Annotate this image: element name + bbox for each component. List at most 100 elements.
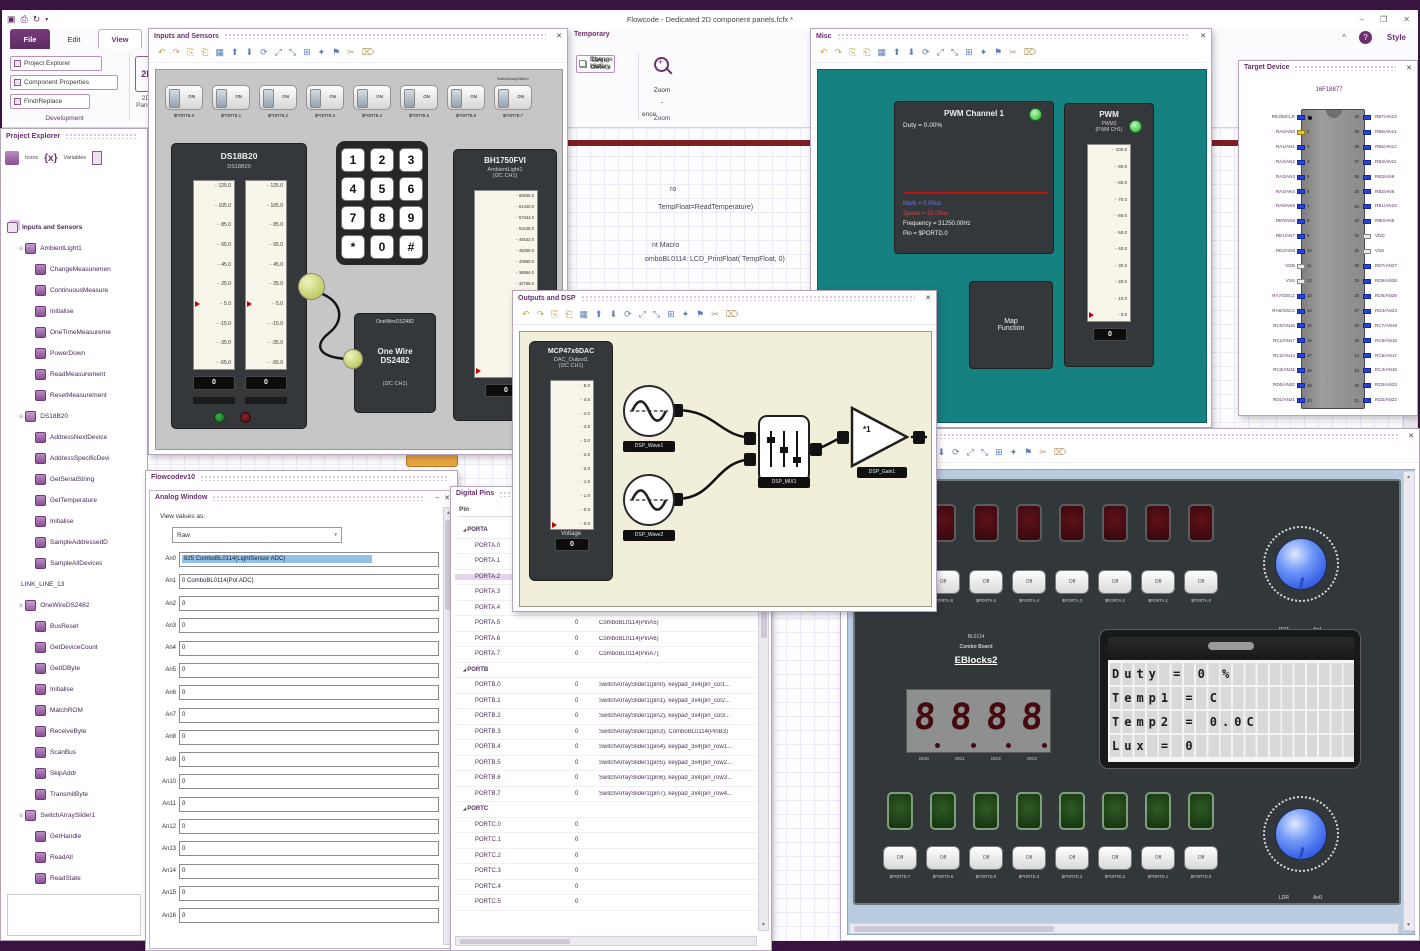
keypad-key[interactable]: 3 (399, 148, 423, 172)
pin-square[interactable] (1363, 129, 1371, 135)
pin-label[interactable]: RC0/AN16 (1241, 323, 1295, 329)
tree-item[interactable]: ReadState (3, 868, 147, 889)
toolbar-icon[interactable]: ⎘ (849, 48, 856, 57)
push-button[interactable]: Off (1012, 570, 1046, 594)
toolbar-icon[interactable]: ⟳ (952, 448, 960, 457)
digital-horizontal-scrollbar[interactable] (455, 936, 757, 946)
style-menu[interactable]: Style (1387, 33, 1406, 42)
toolbar-icon[interactable]: ⚑ (1024, 448, 1032, 457)
pin-square[interactable] (1297, 278, 1305, 284)
pin-label[interactable]: VDD (1375, 234, 1419, 239)
pin-square[interactable] (1297, 219, 1305, 225)
connection-node[interactable] (298, 273, 325, 300)
pin-square[interactable] (1297, 383, 1305, 389)
push-button[interactable]: Off (969, 846, 1003, 870)
analog-value-field[interactable]: 0 (179, 752, 439, 768)
pin-row[interactable]: PORTC.5 0 (455, 895, 757, 911)
push-button[interactable]: Off (1184, 570, 1218, 594)
analog-value-field[interactable]: 0 (179, 863, 439, 879)
toolbar-icon[interactable]: ⎘ (551, 310, 558, 319)
analog-value-field[interactable]: 0 (179, 662, 439, 678)
find-replace-button[interactable]: Find/Replace (10, 94, 90, 109)
toggle-switch[interactable]: ON (494, 85, 532, 110)
analog-value-field[interactable]: 0 (179, 908, 439, 924)
pin-row[interactable]: PORTA.5 0 ComboBL0114(PinA5) (455, 616, 757, 632)
pin-square[interactable] (1363, 204, 1371, 210)
slider-marker[interactable] (476, 367, 481, 374)
push-button[interactable]: Off (1012, 846, 1046, 870)
keypad-key[interactable]: 9 (399, 206, 423, 230)
analog-value-field[interactable]: 0 (179, 729, 439, 745)
analog-value-field[interactable]: 0 (179, 707, 439, 723)
tree-item[interactable]: Inputs and Sensors (3, 217, 147, 238)
pin-square[interactable] (1363, 144, 1371, 150)
tree-item[interactable]: Initialise (3, 301, 147, 322)
pin-square[interactable] (1363, 263, 1371, 269)
keypad-key[interactable]: * (341, 235, 365, 259)
help-icon[interactable]: ? (1359, 31, 1372, 44)
pin-square[interactable] (1297, 338, 1305, 344)
toolbar-icon[interactable]: ⬇ (610, 310, 618, 319)
ribbon-tab[interactable]: View (98, 29, 142, 49)
push-button[interactable]: Off (1141, 570, 1175, 594)
toolbar-icon[interactable]: ✂ (1009, 48, 1017, 57)
pin-label[interactable]: RA5/AN5 (1241, 204, 1295, 209)
tree-item[interactable]: SkipAddr (3, 763, 147, 784)
collapse-ribbon-icon[interactable]: ^ (1342, 33, 1346, 42)
pin-label[interactable]: RE3/MCLR (1241, 114, 1295, 120)
pin-square[interactable] (1363, 308, 1371, 314)
tree-item[interactable]: ReadMeasurement (3, 364, 147, 385)
dsp-gain-block[interactable] (849, 404, 913, 470)
outputs-panel-title-bar[interactable]: Outputs and DSP ✕ (513, 291, 936, 305)
pin-square[interactable] (1297, 263, 1305, 269)
pin-label[interactable]: VDD (1241, 263, 1295, 269)
pin-label[interactable]: RB6/AN14 (1375, 129, 1419, 135)
pin-square[interactable] (1363, 383, 1371, 389)
temperature-slider-1[interactable]: 125.0 105.0 85.0 65.0 45.0 25.0 5.0 -15.0 -35.0 -… (193, 180, 235, 370)
pin-row[interactable]: PORTB.2 0 SwitchArraySlider1(pin2), keyp… (455, 709, 757, 725)
analog-value-field[interactable]: 0 (179, 640, 439, 656)
toolbar-icon[interactable]: ⬆ (595, 310, 603, 319)
tree-item[interactable]: GetHandle (3, 826, 147, 847)
push-button[interactable]: Off (1055, 846, 1089, 870)
toggle-switch[interactable]: ON (447, 85, 485, 110)
toolbar-icon[interactable]: ⎘ (187, 48, 194, 57)
dsp-wave2-generator[interactable] (623, 474, 675, 526)
pin-label[interactable]: RC1/AN17 (1241, 338, 1295, 344)
toolbar-icon[interactable]: ⬇ (246, 48, 254, 57)
minimize-icon[interactable]: – (435, 494, 439, 501)
close-icon[interactable]: ✕ (925, 294, 931, 302)
toolbar-icon[interactable]: ✦ (682, 310, 690, 319)
toolbar-icon[interactable]: ↷ (537, 310, 545, 319)
scrollbar-thumb[interactable] (854, 926, 1054, 932)
pin-row[interactable]: PORTC.1 0 (455, 833, 757, 849)
pin-row[interactable]: PORTC.4 0 (455, 880, 757, 895)
pin-label[interactable]: RE0/AN6 (1241, 219, 1295, 224)
pin-label[interactable]: RC6/AN18 (1375, 338, 1419, 344)
voltage-slider[interactable]: 5.0 4.5 4.0 3.5 3.0 2.5 2.0 1.5 1.0 0.5 0.0 (550, 380, 594, 530)
toggle-switch[interactable]: ON (165, 85, 203, 110)
analog-value-field[interactable]: 0 (179, 774, 439, 790)
tree-item[interactable]: ResetMeasurement (3, 385, 147, 406)
keypad-key[interactable]: 4 (341, 177, 365, 201)
pin-row[interactable]: PORTC.2 0 (455, 849, 757, 864)
flowcode-subwindow-title-bar[interactable]: Flowcodev10 (146, 471, 457, 484)
pin-square[interactable] (1297, 144, 1305, 150)
analog-value-field[interactable]: 0 (179, 596, 439, 612)
toolbar-icon[interactable]: ↷ (173, 48, 181, 57)
pin-square[interactable] (1363, 353, 1371, 359)
pin-square[interactable] (1363, 278, 1371, 284)
minimize-button[interactable]: – (1360, 15, 1364, 24)
toolbar-icon[interactable]: ↶ (158, 48, 166, 57)
pin-label[interactable]: RB0/AN5 (1375, 219, 1419, 224)
pin-square[interactable] (1297, 249, 1305, 255)
restore-button[interactable]: ❐ (1380, 15, 1387, 24)
toolbar-icon[interactable]: ↶ (522, 310, 530, 319)
pin-square[interactable] (1297, 397, 1305, 403)
pin-square[interactable] (1363, 397, 1371, 403)
target-panel-title-bar[interactable]: Target Device ✕ (1239, 61, 1417, 74)
view-toggle[interactable]: Change History (576, 55, 616, 71)
keypad-key[interactable]: 0 (370, 235, 394, 259)
pin-row[interactable]: PORTB.4 0 SwitchArraySlider1(pin4), keyp… (455, 740, 757, 756)
analog-value-field[interactable]: 0 (179, 685, 439, 701)
